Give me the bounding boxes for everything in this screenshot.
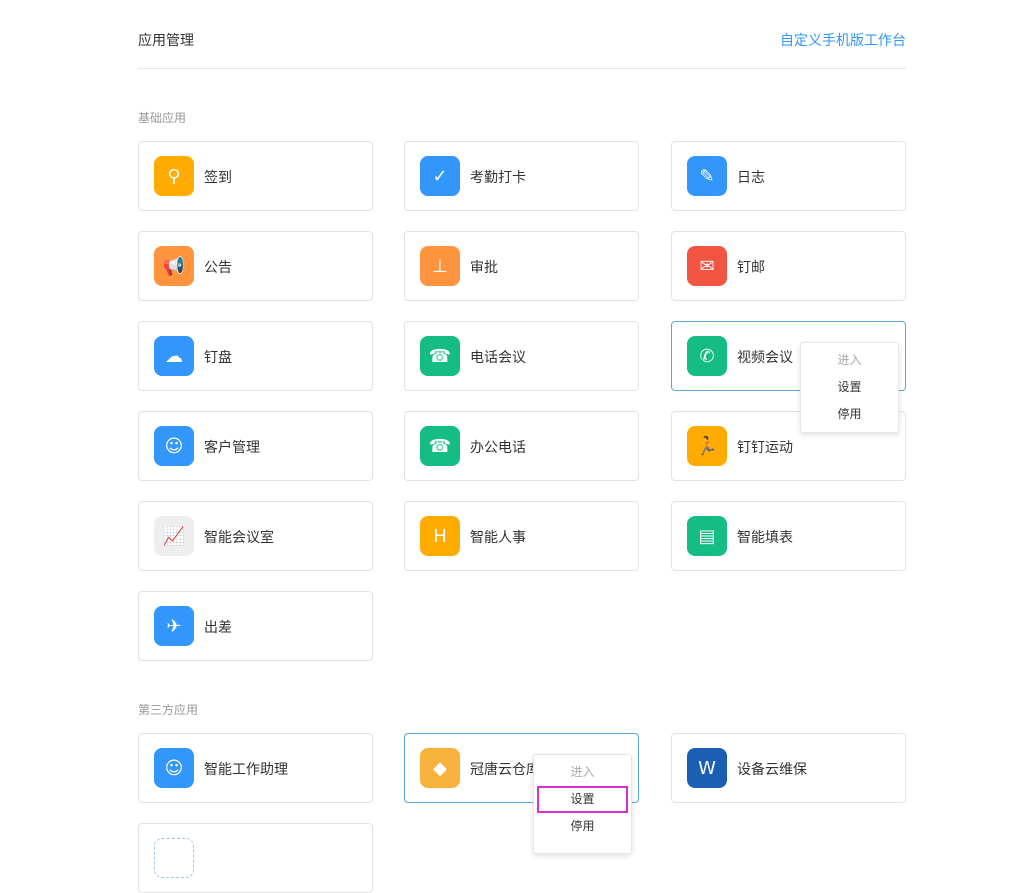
- app-card[interactable]: ☎ 电话会议: [404, 321, 639, 391]
- menu-enter[interactable]: 进入: [801, 347, 898, 374]
- office-phone-icon: ☎: [420, 426, 460, 466]
- menu-settings[interactable]: 设置: [801, 374, 898, 401]
- app-label: 客户管理: [204, 440, 260, 456]
- app-card[interactable]: ☺ 智能工作助理: [138, 733, 373, 803]
- app-label: 钉盘: [204, 350, 232, 366]
- page-title: 应用管理: [138, 33, 194, 49]
- app-card[interactable]: ✎ 日志: [671, 141, 906, 211]
- hr-icon: H: [420, 516, 460, 556]
- app-card[interactable]: H 智能人事: [404, 501, 639, 571]
- cloud-icon: ☁: [154, 336, 194, 376]
- menu-disable[interactable]: 停用: [801, 401, 898, 428]
- app-card[interactable]: ☺ 客户管理: [138, 411, 373, 481]
- section-third-party-apps: 第三方应用: [138, 703, 199, 717]
- conference-call-icon: ☎: [420, 336, 460, 376]
- app-card[interactable]: ☁ 钉盘: [138, 321, 373, 391]
- app-label: 办公电话: [470, 440, 526, 456]
- app-label: 电话会议: [470, 350, 526, 366]
- running-icon: 🏃: [687, 426, 727, 466]
- app-label: 日志: [737, 170, 765, 186]
- location-pin-icon: ⚲: [154, 156, 194, 196]
- app-card[interactable]: ⚲ 签到: [138, 141, 373, 211]
- stamp-icon: ⊥: [420, 246, 460, 286]
- app-card[interactable]: W 设备云维保: [671, 733, 906, 803]
- luggage-icon: ✈: [154, 606, 194, 646]
- app-label: 智能填表: [737, 530, 793, 546]
- app-label: 智能工作助理: [204, 762, 288, 778]
- app-icon: [154, 838, 194, 878]
- mail-icon: ✉: [687, 246, 727, 286]
- divider: [138, 68, 906, 69]
- app-card[interactable]: ✈ 出差: [138, 591, 373, 661]
- warehouse-icon: ◆: [420, 748, 460, 788]
- app-label: 钉钉运动: [737, 440, 793, 456]
- customer-icon: ☺: [154, 426, 194, 466]
- app-label: 公告: [204, 260, 232, 276]
- app-card[interactable]: ▤ 智能填表: [671, 501, 906, 571]
- presentation-board-icon: 📈: [154, 516, 194, 556]
- app-context-menu: 进入 设置 停用: [800, 342, 899, 433]
- app-card[interactable]: ✉ 钉邮: [671, 231, 906, 301]
- app-label: 智能会议室: [204, 530, 274, 546]
- app-label: 智能人事: [470, 530, 526, 546]
- app-card[interactable]: ⊥ 审批: [404, 231, 639, 301]
- megaphone-icon: 📢: [154, 246, 194, 286]
- app-label: 视频会议: [737, 350, 793, 366]
- app-card[interactable]: ✓ 考勤打卡: [404, 141, 639, 211]
- menu-settings[interactable]: 设置: [537, 786, 628, 813]
- check-pin-icon: ✓: [420, 156, 460, 196]
- app-label: 签到: [204, 170, 232, 186]
- app-label: 设备云维保: [737, 762, 807, 778]
- video-call-icon: ✆: [687, 336, 727, 376]
- menu-disable[interactable]: 停用: [534, 813, 631, 840]
- app-label: 考勤打卡: [470, 170, 526, 186]
- app-label: 钉邮: [737, 260, 765, 276]
- app-card[interactable]: 📈 智能会议室: [138, 501, 373, 571]
- app-context-menu: 进入 设置 停用: [533, 754, 632, 854]
- app-card[interactable]: ☎ 办公电话: [404, 411, 639, 481]
- app-label: 出差: [204, 620, 232, 636]
- robot-icon: ☺: [154, 748, 194, 788]
- app-label: 审批: [470, 260, 498, 276]
- notebook-icon: ✎: [687, 156, 727, 196]
- w-logo-icon: W: [687, 748, 727, 788]
- app-card[interactable]: 📢 公告: [138, 231, 373, 301]
- section-basic-apps: 基础应用: [138, 111, 187, 125]
- customize-mobile-workbench-link[interactable]: 自定义手机版工作台: [780, 30, 906, 50]
- form-icon: ▤: [687, 516, 727, 556]
- menu-enter[interactable]: 进入: [534, 759, 631, 786]
- app-card[interactable]: [138, 823, 373, 893]
- app-label: 冠唐云仓库: [470, 762, 540, 778]
